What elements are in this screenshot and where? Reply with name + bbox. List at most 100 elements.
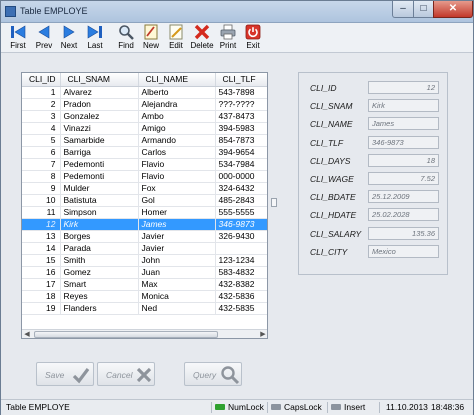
table-row[interactable]: 6 Barriga Carlos 394-9654 bbox=[22, 146, 267, 159]
field-value-input[interactable]: 25.12.2009 bbox=[368, 190, 439, 204]
field-value-input[interactable]: 12 bbox=[368, 81, 439, 94]
cell-cli-snam[interactable]: Vinazzi bbox=[60, 122, 139, 135]
cell-cli-snam[interactable]: Samarbide bbox=[60, 134, 139, 147]
cell-cli-id[interactable]: 19 bbox=[22, 302, 61, 315]
field-value-input[interactable]: 346-9873 bbox=[368, 135, 439, 149]
table-row[interactable]: 10 Batistuta Gol 485-2843 bbox=[22, 194, 267, 207]
cell-cli-snam[interactable]: Smart bbox=[60, 278, 139, 291]
table-row[interactable]: 19 Flanders Ned 432-5835 bbox=[22, 302, 267, 315]
table-row[interactable]: 2 Pradon Alejandra ???-???? bbox=[22, 98, 267, 111]
cell-cli-snam[interactable]: Parada bbox=[60, 242, 139, 255]
cell-cli-tlf[interactable]: ???-???? bbox=[215, 98, 267, 111]
table-row[interactable]: 13 Borges Javier 326-9430 bbox=[22, 230, 267, 243]
exit-button[interactable]: Exit bbox=[240, 24, 266, 52]
table-row[interactable]: 3 Gonzalez Ambo 437-8473 bbox=[22, 110, 267, 123]
cell-cli-tlf[interactable]: 485-2843 bbox=[215, 194, 267, 207]
cell-cli-id[interactable]: 7 bbox=[22, 158, 61, 171]
cell-cli-snam[interactable]: Reyes bbox=[60, 290, 139, 303]
cell-cli-name[interactable]: Juan bbox=[138, 266, 216, 279]
cell-cli-id[interactable]: 15 bbox=[22, 254, 61, 267]
field-value-input[interactable]: James bbox=[368, 117, 439, 131]
table-row[interactable]: 7 Pedemonti Flavio 534-7984 bbox=[22, 158, 267, 171]
scroll-right-icon[interactable]: ▶ bbox=[259, 331, 267, 338]
find-button[interactable]: Find bbox=[113, 24, 139, 52]
table-row[interactable]: 4 Vinazzi Amigo 394-5983 bbox=[22, 122, 267, 135]
field-value-input[interactable]: Mexico bbox=[368, 244, 439, 258]
table-row[interactable]: 17 Smart Max 432-8382 bbox=[22, 278, 267, 291]
cell-cli-tlf[interactable] bbox=[215, 242, 267, 255]
cell-cli-id[interactable]: 5 bbox=[22, 134, 61, 147]
cell-cli-snam[interactable]: Barriga bbox=[60, 146, 139, 159]
cell-cli-id[interactable]: 4 bbox=[22, 122, 61, 135]
cell-cli-id[interactable]: 1 bbox=[22, 86, 61, 99]
table-row[interactable]: 18 Reyes Monica 432-5836 bbox=[22, 290, 267, 303]
cell-cli-snam[interactable]: Gomez bbox=[60, 266, 139, 279]
horizontal-scrollbar[interactable]: ◀ ▶ bbox=[22, 329, 267, 338]
cell-cli-name[interactable]: Carlos bbox=[138, 146, 216, 159]
records-grid-panel[interactable]: CLI_ID CLI_SNAM CLI_NAME CLI_TLF 1 Alvare… bbox=[21, 72, 268, 339]
cell-cli-tlf[interactable]: 346-9873 bbox=[215, 218, 267, 231]
cell-cli-snam[interactable]: Alvarez bbox=[60, 86, 139, 99]
cell-cli-snam[interactable]: Gonzalez bbox=[60, 110, 139, 123]
cell-cli-name[interactable]: Alejandra bbox=[138, 98, 216, 111]
cell-cli-snam[interactable]: Pedemonti bbox=[60, 170, 139, 183]
cell-cli-id[interactable]: 13 bbox=[22, 230, 61, 243]
cell-cli-name[interactable]: John bbox=[138, 254, 216, 267]
cell-cli-name[interactable]: Max bbox=[138, 278, 216, 291]
column-header-cli-name[interactable]: CLI_NAME bbox=[138, 73, 216, 87]
close-button[interactable]: ✕ bbox=[433, 1, 473, 18]
next-button[interactable]: Next bbox=[56, 24, 82, 52]
cell-cli-id[interactable]: 16 bbox=[22, 266, 61, 279]
column-header-cli-snam[interactable]: CLI_SNAM bbox=[60, 73, 139, 87]
cell-cli-name[interactable]: Flavio bbox=[138, 158, 216, 171]
scrollbar-thumb[interactable] bbox=[34, 331, 218, 338]
print-button[interactable]: Print bbox=[215, 24, 241, 52]
cell-cli-id[interactable]: 14 bbox=[22, 242, 61, 255]
cell-cli-snam[interactable]: Simpson bbox=[60, 206, 139, 219]
delete-button[interactable]: Delete bbox=[189, 24, 215, 52]
field-value-input[interactable]: 18 bbox=[368, 153, 439, 167]
cell-cli-id[interactable]: 3 bbox=[22, 110, 61, 123]
last-button[interactable]: Last bbox=[82, 24, 108, 52]
cell-cli-snam[interactable]: Mulder bbox=[60, 182, 139, 195]
cell-cli-tlf[interactable]: 394-5983 bbox=[215, 122, 267, 135]
cell-cli-snam[interactable]: Borges bbox=[60, 230, 139, 243]
cell-cli-id[interactable]: 11 bbox=[22, 206, 61, 219]
records-grid[interactable]: CLI_ID CLI_SNAM CLI_NAME CLI_TLF 1 Alvare… bbox=[22, 73, 267, 315]
table-row[interactable]: 15 Smith John 123-1234 bbox=[22, 254, 267, 267]
cell-cli-name[interactable]: Javier bbox=[138, 242, 216, 255]
cancel-button[interactable]: Cancel bbox=[97, 362, 155, 386]
cell-cli-id[interactable]: 9 bbox=[22, 182, 61, 195]
column-header-cli-id[interactable]: CLI_ID bbox=[22, 73, 61, 87]
prev-button[interactable]: Prev bbox=[31, 24, 57, 52]
cell-cli-snam[interactable]: Batistuta bbox=[60, 194, 139, 207]
new-button[interactable]: New bbox=[138, 24, 164, 52]
cell-cli-tlf[interactable]: 123-1234 bbox=[215, 254, 267, 267]
cell-cli-snam[interactable]: Kirk bbox=[60, 218, 139, 231]
field-value-input[interactable]: 135.36 bbox=[368, 226, 439, 240]
cell-cli-tlf[interactable]: 432-5836 bbox=[215, 290, 267, 303]
cell-cli-id[interactable]: 10 bbox=[22, 194, 61, 207]
cell-cli-tlf[interactable]: 000-0000 bbox=[215, 170, 267, 183]
minimize-button[interactable]: – bbox=[392, 1, 414, 18]
cell-cli-tlf[interactable]: 432-8382 bbox=[215, 278, 267, 291]
save-button[interactable]: Save bbox=[36, 362, 94, 386]
cell-cli-name[interactable]: Ned bbox=[138, 302, 216, 315]
cell-cli-name[interactable]: Javier bbox=[138, 230, 216, 243]
column-header-cli-tlf[interactable]: CLI_TLF bbox=[215, 73, 267, 87]
query-button[interactable]: Query bbox=[184, 362, 242, 386]
cell-cli-tlf[interactable]: 854-7873 bbox=[215, 134, 267, 147]
cell-cli-tlf[interactable]: 534-7984 bbox=[215, 158, 267, 171]
cell-cli-name[interactable]: Fox bbox=[138, 182, 216, 195]
cell-cli-snam[interactable]: Flanders bbox=[60, 302, 139, 315]
field-value-input[interactable]: 25.02.2028 bbox=[368, 208, 439, 222]
cell-cli-id[interactable]: 18 bbox=[22, 290, 61, 303]
cell-cli-name[interactable]: Gol bbox=[138, 194, 216, 207]
cell-cli-tlf[interactable]: 543-7898 bbox=[215, 86, 267, 99]
table-row[interactable]: 8 Pedemonti Flavio 000-0000 bbox=[22, 170, 267, 183]
cell-cli-name[interactable]: Ambo bbox=[138, 110, 216, 123]
cell-cli-id[interactable]: 6 bbox=[22, 146, 61, 159]
table-row[interactable]: 5 Samarbide Armando 854-7873 bbox=[22, 134, 267, 147]
cell-cli-snam[interactable]: Smith bbox=[60, 254, 139, 267]
cell-cli-snam[interactable]: Pedemonti bbox=[60, 158, 139, 171]
